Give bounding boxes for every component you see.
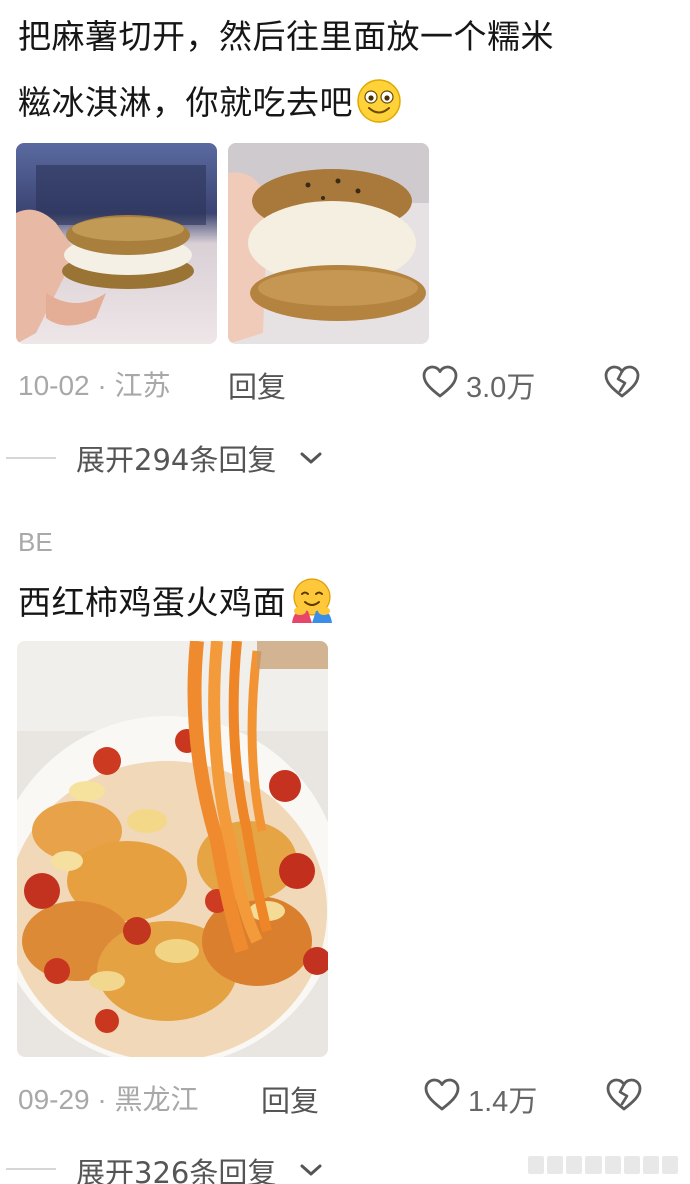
comment-1-reply-button[interactable]: 回复: [228, 364, 286, 406]
comment-1-meta: 10-02 · 江苏: [18, 364, 171, 404]
like-heart-icon[interactable]: [418, 363, 462, 401]
hugging-face-icon: [288, 577, 336, 625]
comment-2-text: 西红柿鸡蛋火鸡面: [18, 583, 286, 622]
comment-2-expand-label: 展开326条回复: [76, 1156, 277, 1184]
mochi-sandwich-photo-2[interactable]: [228, 143, 429, 344]
comment-1-text-line-2-wrap: 糍冰淇淋，你就吃去吧: [18, 74, 403, 132]
comment-2-separator: ·: [97, 1084, 107, 1115]
dislike-broken-heart-icon[interactable]: [604, 1076, 644, 1114]
expand-divider-line: [6, 1168, 56, 1170]
comment-2-location: 黑龙江: [114, 1084, 199, 1115]
comment-1-text-line-1: 把麻薯切开，然后往里面放一个糯米: [18, 17, 554, 56]
like-heart-icon[interactable]: [420, 1076, 464, 1114]
comment-1-location: 江苏: [114, 370, 171, 401]
comment-2-reply-button[interactable]: 回复: [261, 1078, 319, 1120]
image-strip-indicator: [528, 1156, 678, 1174]
expand-divider-line: [6, 457, 56, 459]
mochi-sandwich-photo-1[interactable]: [16, 143, 217, 344]
comment-1-text-line-2: 糍冰淇淋，你就吃去吧: [18, 83, 353, 122]
chevron-down-icon: [298, 1160, 324, 1184]
noodles-photo[interactable]: [17, 641, 328, 1057]
comment-2-date: 09-29: [18, 1084, 90, 1115]
comment-1-like-count: 3.0万: [466, 372, 536, 404]
comment-1-expand-label: 展开294条回复: [76, 443, 277, 477]
comment-1-date: 10-02: [18, 370, 90, 401]
comment-2-text-wrap: 西红柿鸡蛋火鸡面: [18, 574, 336, 632]
comment-2-meta: 09-29 · 黑龙江: [18, 1078, 199, 1118]
comment-2-username[interactable]: BE: [18, 527, 53, 558]
dislike-broken-heart-icon[interactable]: [602, 363, 642, 401]
comment-1-separator: ·: [97, 370, 107, 401]
chevron-down-icon: [298, 448, 324, 472]
comment-1-expand-replies[interactable]: 展开294条回复: [0, 436, 690, 480]
smiling-face-icon: [355, 77, 403, 125]
comment-2-like-count: 1.4万: [468, 1086, 538, 1118]
